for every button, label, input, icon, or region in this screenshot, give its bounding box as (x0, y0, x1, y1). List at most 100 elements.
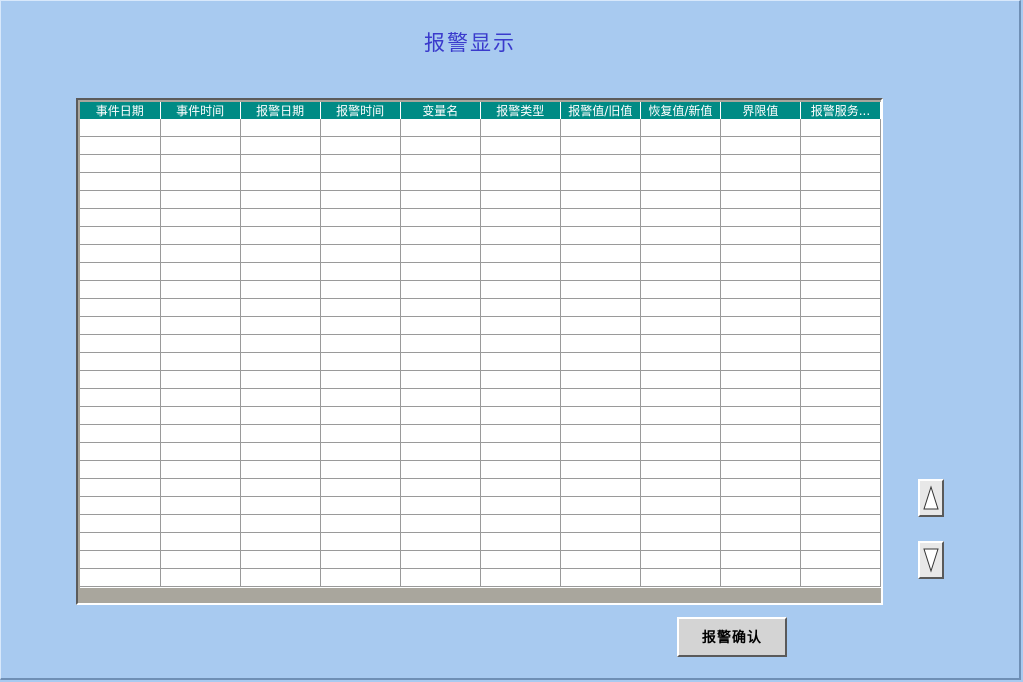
table-cell (560, 316, 641, 335)
table-row[interactable] (80, 316, 881, 335)
table-row[interactable] (80, 262, 881, 281)
table-cell (720, 262, 801, 281)
table-cell (160, 424, 241, 443)
alarm-confirm-button[interactable]: 报警确认 (677, 617, 787, 657)
table-row[interactable] (80, 550, 881, 569)
table-cell (640, 478, 721, 497)
table-cell (720, 424, 801, 443)
table-cell (640, 190, 721, 209)
column-header-alarm-service[interactable]: 报警服务... (800, 102, 881, 119)
table-cell (320, 190, 401, 209)
table-cell (640, 136, 721, 155)
table-cell (320, 280, 401, 299)
table-cell (800, 280, 881, 299)
table-row[interactable] (80, 298, 881, 317)
table-cell (480, 154, 561, 173)
table-cell (80, 298, 161, 317)
table-cell (240, 172, 321, 191)
table-cell (800, 154, 881, 173)
table-cell (640, 154, 721, 173)
table-cell (160, 154, 241, 173)
table-cell (80, 190, 161, 209)
table-cell (640, 424, 721, 443)
table-cell (480, 172, 561, 191)
table-cell (160, 568, 241, 587)
table-cell (640, 550, 721, 569)
column-header-alarm-time[interactable]: 报警时间 (320, 102, 401, 119)
column-header-limit-value[interactable]: 界限值 (720, 102, 801, 119)
table-cell (480, 424, 561, 443)
table-row[interactable] (80, 190, 881, 209)
table-cell (80, 172, 161, 191)
alarm-table: 事件日期 事件时间 报警日期 报警时间 变量名 报警类型 报警值/旧值 恢复值/… (80, 102, 881, 587)
table-cell (160, 352, 241, 371)
table-cell (400, 478, 481, 497)
table-row[interactable] (80, 154, 881, 173)
column-header-alarm-old-value[interactable]: 报警值/旧值 (560, 102, 641, 119)
table-row[interactable] (80, 208, 881, 227)
table-cell (560, 298, 641, 317)
table-cell (320, 424, 401, 443)
table-row[interactable] (80, 280, 881, 299)
column-header-variable-name[interactable]: 变量名 (400, 102, 481, 119)
column-header-alarm-date[interactable]: 报警日期 (240, 102, 321, 119)
column-header-recover-new-value[interactable]: 恢复值/新值 (640, 102, 721, 119)
table-cell (240, 244, 321, 263)
table-cell (560, 406, 641, 425)
horizontal-scrollbar[interactable] (80, 588, 881, 603)
table-cell (720, 406, 801, 425)
table-row[interactable] (80, 172, 881, 191)
alarm-grid[interactable]: 事件日期 事件时间 报警日期 报警时间 变量名 报警类型 报警值/旧值 恢复值/… (80, 102, 881, 588)
scroll-up-button[interactable] (918, 479, 944, 517)
table-cell (720, 316, 801, 335)
table-cell (720, 388, 801, 407)
table-cell (80, 154, 161, 173)
table-row[interactable] (80, 406, 881, 425)
table-row[interactable] (80, 496, 881, 515)
table-cell (400, 442, 481, 461)
table-cell (400, 280, 481, 299)
table-row[interactable] (80, 442, 881, 461)
table-cell (240, 316, 321, 335)
table-cell (560, 532, 641, 551)
table-row[interactable] (80, 334, 881, 353)
table-row[interactable] (80, 478, 881, 497)
scroll-down-button[interactable] (918, 541, 944, 579)
table-row[interactable] (80, 388, 881, 407)
table-cell (800, 406, 881, 425)
table-cell (720, 550, 801, 569)
table-cell (320, 244, 401, 263)
table-cell (240, 424, 321, 443)
table-cell (400, 388, 481, 407)
table-cell (400, 550, 481, 569)
table-row[interactable] (80, 244, 881, 263)
table-row[interactable] (80, 568, 881, 587)
table-cell (480, 514, 561, 533)
table-cell (240, 568, 321, 587)
table-cell (800, 568, 881, 587)
table-cell (80, 406, 161, 425)
table-row[interactable] (80, 352, 881, 371)
table-cell (320, 388, 401, 407)
column-header-event-date[interactable]: 事件日期 (80, 102, 161, 119)
table-cell (320, 226, 401, 245)
table-cell (240, 280, 321, 299)
table-cell (720, 442, 801, 461)
table-cell (480, 532, 561, 551)
table-row[interactable] (80, 514, 881, 533)
column-header-event-time[interactable]: 事件时间 (160, 102, 241, 119)
column-header-alarm-type[interactable]: 报警类型 (480, 102, 561, 119)
table-cell (400, 496, 481, 515)
table-row[interactable] (80, 424, 881, 443)
table-row[interactable] (80, 370, 881, 389)
table-cell (160, 514, 241, 533)
table-row[interactable] (80, 136, 881, 155)
table-row[interactable] (80, 532, 881, 551)
table-cell (320, 136, 401, 155)
table-cell (320, 316, 401, 335)
table-row[interactable] (80, 119, 881, 137)
table-cell (640, 370, 721, 389)
table-row[interactable] (80, 460, 881, 479)
table-row[interactable] (80, 226, 881, 245)
table-cell (320, 208, 401, 227)
